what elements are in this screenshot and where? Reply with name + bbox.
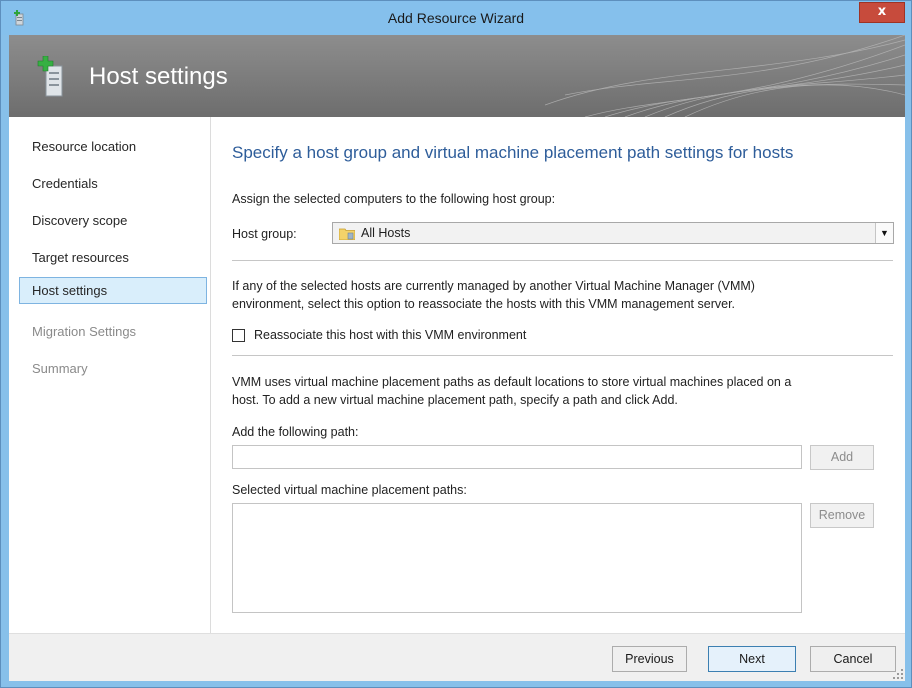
step-migration-settings: Migration Settings [32, 324, 137, 339]
host-group-label: Host group: [232, 227, 297, 241]
add-path-label: Add the following path: [232, 425, 359, 439]
wizard-content: Resource location Credentials Discovery … [9, 117, 905, 633]
resize-grip-icon[interactable] [893, 669, 903, 679]
add-path-input[interactable] [232, 445, 802, 469]
selected-paths-label: Selected virtual machine placement paths… [232, 483, 467, 497]
close-icon: x [877, 4, 887, 19]
cancel-button[interactable]: Cancel [810, 646, 896, 672]
reassociate-description-line1: If any of the selected hosts are current… [232, 279, 755, 293]
close-button[interactable]: x [859, 2, 905, 23]
chevron-down-icon[interactable]: ▼ [875, 223, 893, 243]
host-group-value: All Hosts [361, 226, 411, 240]
step-credentials[interactable]: Credentials [19, 171, 207, 198]
wizard-footer: Previous Next Cancel [9, 633, 905, 681]
section-title: Specify a host group and virtual machine… [232, 143, 794, 162]
window-title: Add Resource Wizard [387, 10, 525, 26]
step-host-settings[interactable]: Host settings [19, 277, 207, 304]
page-heading: Host settings [89, 63, 228, 90]
add-path-button[interactable]: Add [810, 445, 874, 470]
placement-paths-description-line2: host. To add a new virtual machine place… [232, 393, 678, 407]
main-panel: Specify a host group and virtual machine… [212, 117, 905, 633]
reassociate-checkbox[interactable] [232, 329, 245, 342]
assign-instructions: Assign the selected computers to the fol… [232, 192, 556, 206]
selected-paths-list[interactable] [232, 503, 802, 613]
previous-button[interactable]: Previous [612, 646, 687, 672]
folder-icon [339, 228, 355, 240]
host-settings-icon [37, 56, 63, 97]
wizard-steps-sidebar: Resource location Credentials Discovery … [9, 117, 211, 633]
next-button[interactable]: Next [708, 646, 796, 672]
step-target-resources[interactable]: Target resources [19, 245, 207, 272]
divider [232, 260, 893, 261]
placement-paths-description-line1: VMM uses virtual machine placement paths… [232, 375, 792, 389]
step-resource-location[interactable]: Resource location [19, 134, 207, 161]
remove-path-button[interactable]: Remove [810, 503, 874, 528]
reassociate-description-line2: environment, select this option to reass… [232, 297, 736, 311]
header-banner: Host settings [9, 35, 905, 117]
step-summary: Summary [32, 361, 88, 376]
host-group-dropdown[interactable]: All Hosts ▼ [332, 222, 894, 244]
divider [232, 355, 893, 356]
wizard-window: Add Resource Wizard x Host settings Reso… [0, 0, 912, 688]
title-bar[interactable]: Add Resource Wizard x [1, 1, 911, 35]
banner-wave-decoration [545, 35, 905, 117]
step-discovery-scope[interactable]: Discovery scope [19, 208, 207, 235]
reassociate-checkbox-label[interactable]: Reassociate this host with this VMM envi… [254, 328, 526, 342]
